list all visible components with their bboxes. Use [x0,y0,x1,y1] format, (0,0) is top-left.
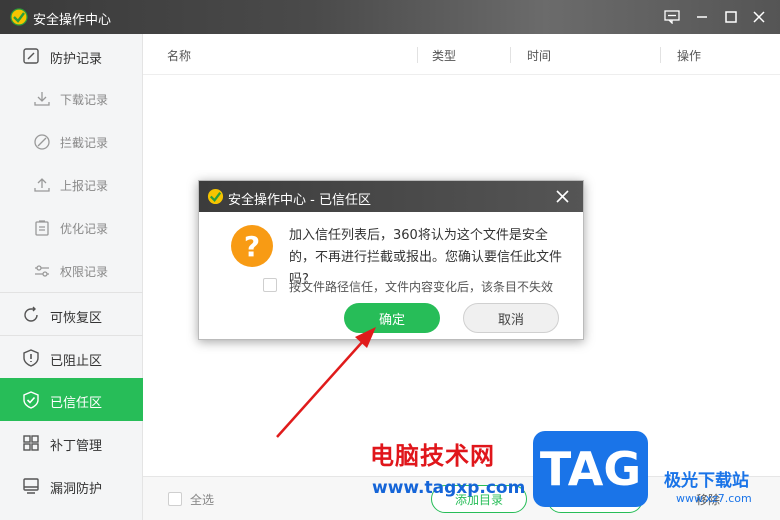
watermark-url: www.tagxp.com [372,478,526,498]
watermark-tag-logo: TAG [533,431,648,507]
watermark-site-url: www.xz7.com [676,492,752,505]
watermark-site-cn: 极光下载站 [664,471,749,491]
watermark-cn-text: 电脑技术网 [370,442,495,470]
